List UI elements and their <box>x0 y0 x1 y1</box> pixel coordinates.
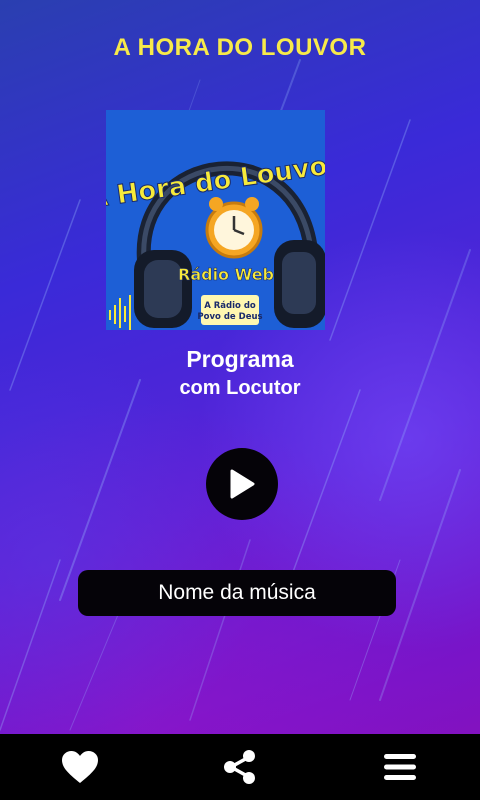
menu-button[interactable] <box>370 737 430 797</box>
station-cover-art: A Hora do Louvor Rádio Web A Rádio do Po… <box>106 110 325 330</box>
logo-tagline: Rádio Web <box>178 265 274 284</box>
program-title: Programa <box>186 346 294 372</box>
station-logo: A Hora do Louvor Rádio Web A Rádio do Po… <box>106 110 325 330</box>
bottom-navigation <box>0 734 480 800</box>
song-name-bar: Nome da música <box>78 570 396 616</box>
menu-icon <box>384 754 416 780</box>
app-screen: A HORA DO LOUVOR A Hora do Louvor Rádio … <box>0 0 480 800</box>
heart-icon <box>62 751 98 783</box>
favorite-button[interactable] <box>50 737 110 797</box>
play-button[interactable] <box>206 448 278 520</box>
app-title: A HORA DO LOUVOR <box>113 34 367 61</box>
song-name: Nome da música <box>158 581 316 604</box>
share-button[interactable] <box>210 737 270 797</box>
logo-slogan-line1: A Rádio do <box>204 301 256 311</box>
share-icon <box>224 750 255 784</box>
logo-slogan-line2: Povo de Deus <box>197 312 262 322</box>
play-icon <box>230 469 255 499</box>
program-subtitle: com Locutor <box>179 377 301 399</box>
